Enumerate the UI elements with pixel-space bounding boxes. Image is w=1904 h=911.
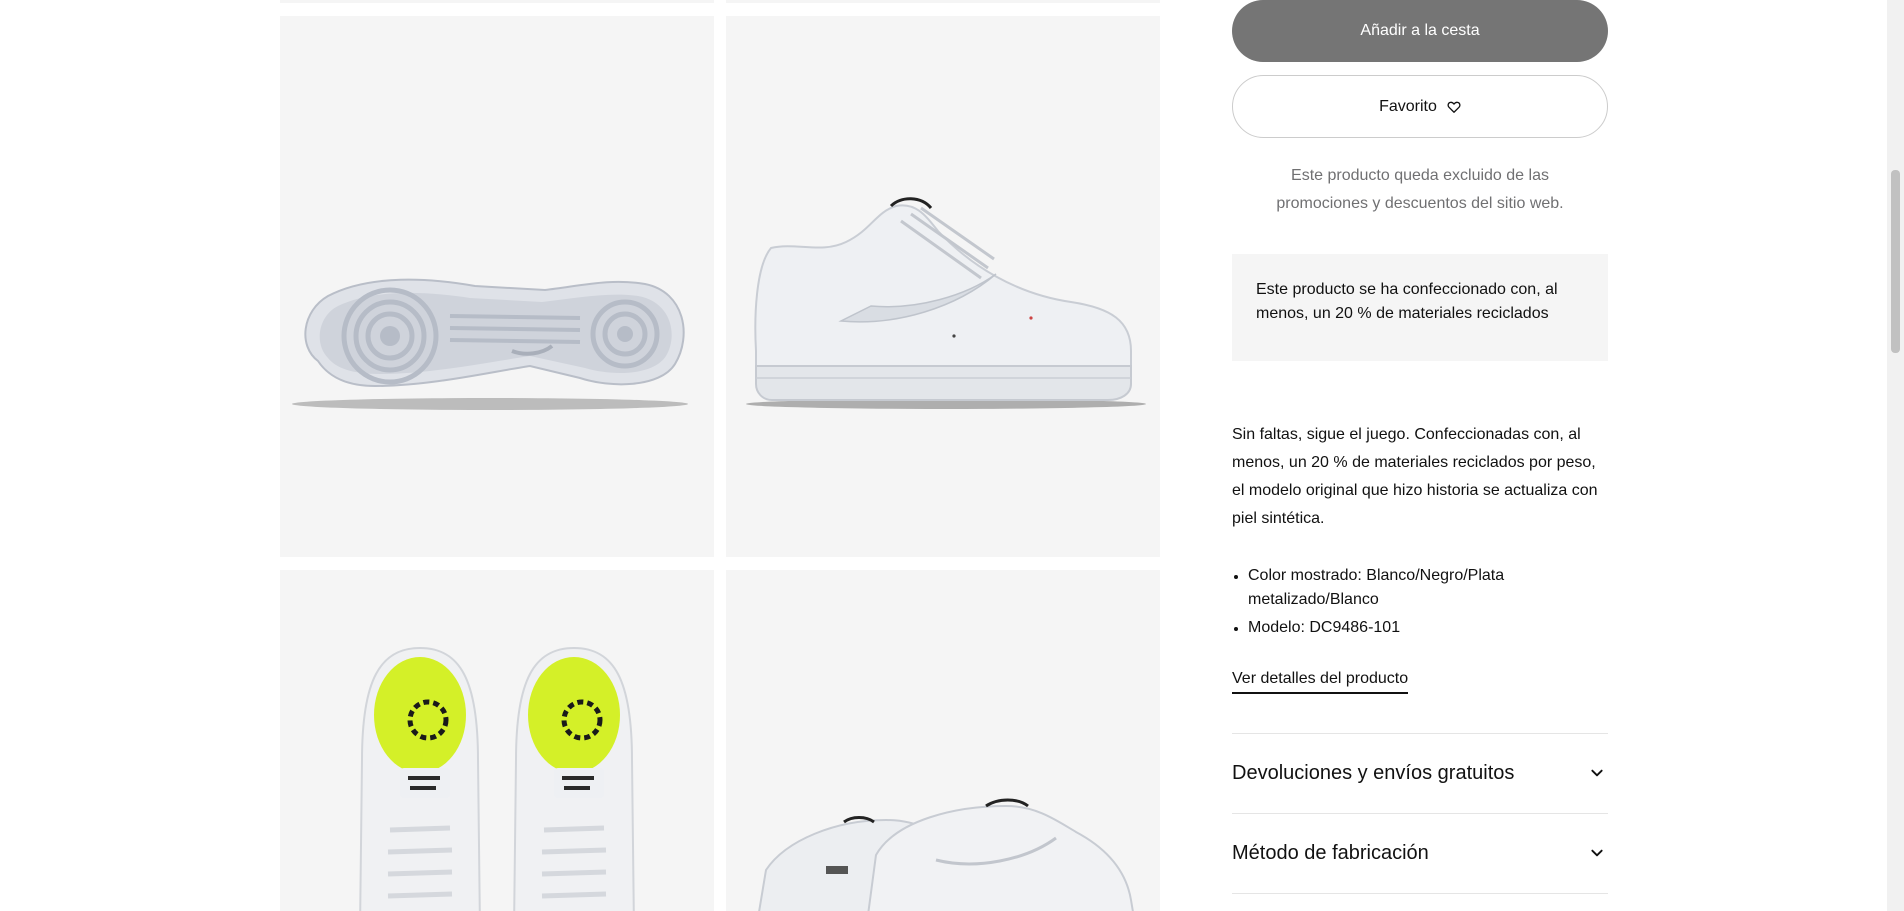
gallery-image-partial-left[interactable]: [280, 0, 714, 3]
favorite-label: Favorito: [1379, 97, 1437, 115]
chevron-down-icon: [1591, 849, 1603, 857]
gallery-image-partial-right[interactable]: [726, 0, 1160, 3]
gallery-image-side[interactable]: [726, 16, 1160, 557]
gallery-image-top[interactable]: [280, 570, 714, 911]
accordion-returns-shipping[interactable]: Devoluciones y envíos gratuitos: [1232, 733, 1608, 813]
favorite-button[interactable]: Favorito: [1232, 75, 1608, 138]
divider: [1232, 893, 1608, 894]
shoe-top-view-image: [359, 646, 635, 911]
shoe-side-image: [746, 197, 1146, 409]
promo-exclusion-notice: Este producto queda excluido de las prom…: [1232, 162, 1608, 218]
accordion-returns-label: Devoluciones y envíos gratuitos: [1232, 761, 1515, 784]
heart-outline-icon: [1447, 101, 1461, 113]
page-scrollbar[interactable]: [1887, 0, 1904, 911]
view-product-details-link[interactable]: Ver detalles del producto: [1232, 668, 1409, 694]
shoe-pair-image: [758, 798, 1134, 911]
gallery-image-pair[interactable]: [726, 570, 1160, 911]
accordion-manufacturing[interactable]: Método de fabricación: [1232, 813, 1608, 893]
recycled-materials-notice: Este producto se ha confeccionado con, a…: [1232, 254, 1608, 361]
product-image-gallery: [0, 0, 1190, 911]
spec-color: Color mostrado: Blanco/Negro/Plata metal…: [1232, 564, 1608, 612]
product-specs-list: Color mostrado: Blanco/Negro/Plata metal…: [1232, 564, 1608, 644]
recycled-materials-text: Este producto se ha confeccionado con, a…: [1256, 281, 1558, 322]
accordion-manufacturing-label: Método de fabricación: [1232, 841, 1429, 864]
chevron-down-icon: [1591, 769, 1603, 777]
gallery-image-outsole[interactable]: [280, 16, 714, 557]
promo-exclusion-line-1: Este producto queda excluido de las: [1291, 167, 1549, 184]
product-description: Sin faltas, sigue el juego. Confeccionad…: [1232, 426, 1598, 527]
shoe-outsole-image: [292, 278, 688, 410]
promo-exclusion-line-2: promociones y descuentos del sitio web.: [1276, 195, 1564, 212]
add-to-cart-button[interactable]: Añadir a la cesta: [1232, 0, 1608, 62]
scrollbar-thumb[interactable]: [1891, 170, 1900, 353]
spec-model: Modelo: DC9486-101: [1232, 616, 1608, 640]
